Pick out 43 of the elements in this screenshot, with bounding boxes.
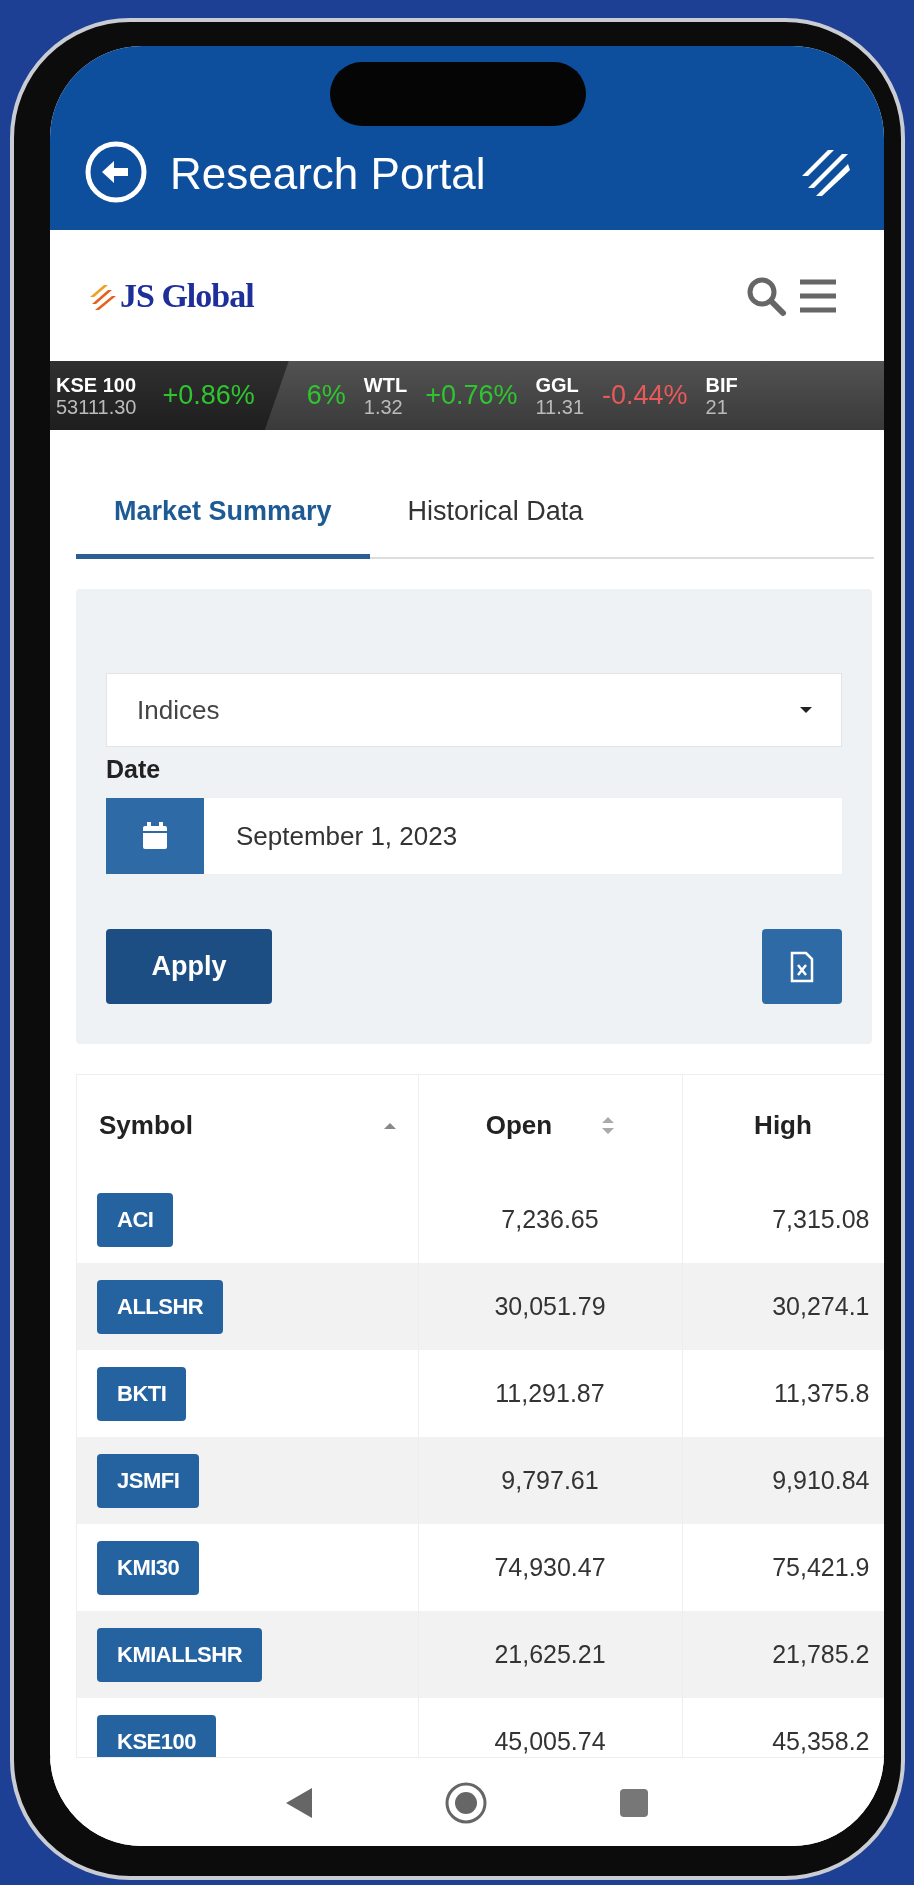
- calendar-icon[interactable]: [106, 798, 204, 874]
- ticker-change: -0.44%: [602, 380, 688, 411]
- symbol-tag[interactable]: ALLSHR: [97, 1279, 224, 1334]
- recent-apps-icon[interactable]: [618, 1787, 650, 1819]
- ticker-price: 11.31: [535, 395, 585, 418]
- caret-icon: [799, 705, 813, 715]
- table-cell: 30,274.1: [682, 1263, 884, 1350]
- table-cell: 9,797.61: [418, 1437, 682, 1524]
- tab[interactable]: Historical Data: [369, 496, 622, 559]
- symbol-tag[interactable]: KMIALLSHR: [97, 1627, 263, 1682]
- back-icon[interactable]: [84, 140, 148, 204]
- ticker-symbol: GGL: [535, 373, 580, 396]
- table-cell: 21,625.21: [418, 1611, 682, 1698]
- table-cell: 30,051.79: [418, 1263, 682, 1350]
- ticker-symbol: BIF: [705, 373, 738, 396]
- table-cell: 21,785.2: [682, 1611, 884, 1698]
- ticker-change: 6%: [306, 380, 346, 411]
- column-header[interactable]: High: [682, 1075, 884, 1176]
- column-header[interactable]: Symbol: [77, 1075, 418, 1176]
- column-header[interactable]: Open: [418, 1075, 682, 1176]
- symbol-tag[interactable]: ACI: [97, 1192, 174, 1247]
- home-icon[interactable]: [444, 1781, 488, 1825]
- ticker-price: 21: [705, 395, 729, 418]
- symbol-tag[interactable]: KSE100: [97, 1714, 216, 1757]
- brand-name: JS Global: [120, 276, 254, 315]
- symbol-tag[interactable]: KMI30: [97, 1540, 200, 1595]
- excel-export-icon[interactable]: [762, 929, 842, 1004]
- ticker-symbol: WTL: [363, 373, 408, 396]
- ticker-change: +0.86%: [162, 380, 255, 411]
- symbol-tag[interactable]: JSMFI: [97, 1453, 200, 1508]
- date-field[interactable]: September 1, 2023: [106, 798, 842, 874]
- back-icon[interactable]: [284, 1786, 314, 1820]
- apply-button[interactable]: Apply: [106, 929, 272, 1004]
- ticker-change: +0.76%: [425, 380, 518, 411]
- header-title: Research Portal: [170, 152, 487, 200]
- ticker-price: 53111.30: [56, 395, 137, 418]
- tab[interactable]: Market Summary: [76, 496, 370, 559]
- ticker-price: 1.32: [363, 395, 404, 418]
- category-dropdown[interactable]: Indices: [106, 673, 842, 747]
- date-label: Date: [106, 754, 162, 785]
- table-cell: 9,910.84: [682, 1437, 884, 1524]
- symbol-tag[interactable]: BKTI: [97, 1366, 187, 1421]
- ticker-symbol: KSE 100: [56, 373, 137, 396]
